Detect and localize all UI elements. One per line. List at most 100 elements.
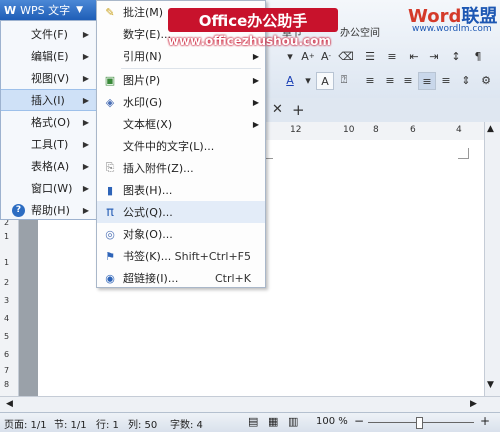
grow-font-icon[interactable]: A + xyxy=(300,48,316,64)
font-color-icon[interactable]: A xyxy=(282,72,298,88)
chevron-right-icon: ▶ xyxy=(82,29,89,39)
margin-corner-mark xyxy=(458,148,469,159)
scroll-right-icon[interactable]: ▶ xyxy=(470,399,477,409)
submenu-object[interactable]: ◎ 对象(O)... xyxy=(97,223,265,245)
scroll-down-icon[interactable]: ▼ xyxy=(487,380,498,390)
chevron-right-icon: ▶ xyxy=(252,119,259,129)
submenu-label: 图表(H)... xyxy=(123,184,173,197)
chevron-right-icon: ▶ xyxy=(252,75,259,85)
align-center-icon[interactable]: ≡ xyxy=(382,72,398,88)
menu-tools[interactable]: 工具(T) ▶ xyxy=(1,133,97,155)
menu-help[interactable]: ? 帮助(H) ▶ xyxy=(1,199,97,221)
brand-url: www.wordlm.com xyxy=(412,24,492,34)
submenu-chart[interactable]: ▮ 图表(H)... xyxy=(97,179,265,201)
menu-edit[interactable]: 编辑(E) ▶ xyxy=(1,45,97,67)
menu-insert[interactable]: 插入(I) ▶ xyxy=(1,89,97,111)
chevron-right-icon: ▶ xyxy=(82,95,89,105)
submenu-textbox[interactable]: 文本框(X) ▶ xyxy=(97,113,265,135)
chevron-right-icon: ▶ xyxy=(252,97,259,107)
submenu-text-from-file[interactable]: 文件中的文字(L)... xyxy=(97,135,265,157)
ruler-tick: 8 xyxy=(373,125,379,135)
decrease-indent-icon[interactable]: ⇤ xyxy=(406,48,422,64)
submenu-reference[interactable]: 引用(N) ▶ xyxy=(97,45,265,67)
chevron-right-icon: ▶ xyxy=(82,73,89,83)
submenu-watermark[interactable]: ◈ 水印(G) ▶ xyxy=(97,91,265,113)
chart-icon: ▮ xyxy=(106,183,114,197)
chevron-right-icon: ▶ xyxy=(82,161,89,171)
submenu-label: 引用(N) xyxy=(123,50,162,63)
vruler-tick: 8 xyxy=(4,380,10,389)
watermark-icon: ◈ xyxy=(105,95,115,109)
submenu-picture[interactable]: ▣ 图片(P) ▶ xyxy=(97,69,265,91)
distributed-align-icon[interactable]: ≡ xyxy=(438,72,454,88)
sort-icon[interactable]: ↕ xyxy=(448,48,464,64)
menu-label: 工具(T) xyxy=(31,138,69,151)
submenu-hyperlink[interactable]: ◉ 超链接(I)... Ctrl+K xyxy=(97,267,265,289)
menu-label: 格式(O) xyxy=(31,116,71,129)
menu-label: 视图(V) xyxy=(31,72,70,85)
number-list-icon[interactable]: ≡ xyxy=(384,48,400,64)
zoom-out-icon[interactable]: − xyxy=(354,414,364,428)
submenu-label: 批注(M) xyxy=(123,6,164,19)
ruler-tick: 10 xyxy=(343,125,355,135)
submenu-bookmark[interactable]: ⚑ 书签(K)... Shift+Ctrl+F5 xyxy=(97,245,265,267)
view-web-icon[interactable]: ▥ xyxy=(288,415,298,428)
vruler-tick: 7 xyxy=(4,366,10,375)
watermark-url: www.officezhushou.com xyxy=(168,34,331,48)
menu-label: 表格(A) xyxy=(31,160,70,173)
menu-table[interactable]: 表格(A) ▶ xyxy=(1,155,97,177)
menu-label: 文件(F) xyxy=(31,28,68,41)
comment-icon: ✎ xyxy=(105,5,115,19)
horizontal-scrollbar[interactable]: ◀ ▶ xyxy=(0,396,500,413)
align-left-icon[interactable]: ≡ xyxy=(362,72,378,88)
main-menu: 文件(F) ▶ 编辑(E) ▶ 视图(V) ▶ 插入(I) ▶ 格式(O) ▶ 工具(T)… xyxy=(0,20,98,220)
scroll-left-icon[interactable]: ◀ xyxy=(6,399,13,409)
chevron-right-icon: ▶ xyxy=(252,51,259,61)
vruler-tick: 4 xyxy=(4,314,10,323)
vruler-tick: 2 xyxy=(4,278,10,287)
font-size-dropdown-icon[interactable]: ▾ xyxy=(282,48,298,64)
align-right-icon[interactable]: ≡ xyxy=(400,72,416,88)
chevron-down-icon: ▼ xyxy=(76,5,84,15)
bullet-list-icon[interactable]: ☰ xyxy=(362,48,378,64)
close-tab-icon[interactable]: ✕ xyxy=(272,102,283,117)
char-border-icon[interactable]: ⍰ xyxy=(336,72,352,88)
submenu-label: 对象(O)... xyxy=(123,228,173,241)
scroll-up-icon[interactable]: ▲ xyxy=(487,124,498,134)
menu-format[interactable]: 格式(O) ▶ xyxy=(1,111,97,133)
menu-label: 帮助(H) xyxy=(31,204,70,217)
help-icon: ? xyxy=(12,203,25,217)
submenu-label: 书签(K)... xyxy=(123,250,172,263)
show-marks-icon[interactable]: ¶ xyxy=(470,48,486,64)
align-justify-icon[interactable]: ≡ xyxy=(418,72,436,90)
status-bar: 页面: 1/1 节: 1/1 行: 1 列: 50 字数: 4 ▤ ▦ ▥ 10… xyxy=(0,412,500,432)
clear-format-icon[interactable]: ⌫ xyxy=(338,48,354,64)
char-shading-icon[interactable]: A xyxy=(316,72,334,90)
submenu-formula[interactable]: π 公式(Q)... xyxy=(97,201,265,223)
submenu-label: 文件中的文字(L)... xyxy=(123,140,215,153)
wps-logo: W xyxy=(4,3,17,17)
line-spacing-icon[interactable]: ⇕ xyxy=(458,72,474,88)
new-tab-icon[interactable]: + xyxy=(292,101,305,119)
font-color-dropdown-icon[interactable]: ▾ xyxy=(300,72,316,88)
vruler-tick: 1 xyxy=(4,232,10,241)
submenu-attachment[interactable]: ⎘ 插入附件(Z)... xyxy=(97,157,265,179)
zoom-slider-thumb[interactable] xyxy=(416,417,423,429)
chevron-right-icon: ▶ xyxy=(82,139,89,149)
view-outline-icon[interactable]: ▦ xyxy=(268,415,278,428)
shrink-font-icon[interactable]: A- xyxy=(318,48,334,64)
zoom-in-icon[interactable]: + xyxy=(480,414,490,428)
submenu-label: 水印(G) xyxy=(123,96,163,109)
vertical-scrollbar[interactable]: ▲ ▼ xyxy=(484,122,500,396)
tab-office-space[interactable]: 办公空间 xyxy=(340,24,380,39)
view-page-icon[interactable]: ▤ xyxy=(248,415,258,428)
vruler-tick: 1 xyxy=(4,258,10,267)
menu-view[interactable]: 视图(V) ▶ xyxy=(1,67,97,89)
paragraph-settings-icon[interactable]: ⚙ xyxy=(478,72,494,88)
menu-label: 编辑(E) xyxy=(31,50,69,63)
menu-file[interactable]: 文件(F) ▶ xyxy=(1,23,97,45)
increase-indent-icon[interactable]: ⇥ xyxy=(426,48,442,64)
menu-window[interactable]: 窗口(W) ▶ xyxy=(1,177,97,199)
menu-label: 窗口(W) xyxy=(31,182,73,195)
wps-app-button[interactable]: W WPS 文字 ▼ xyxy=(0,0,98,20)
